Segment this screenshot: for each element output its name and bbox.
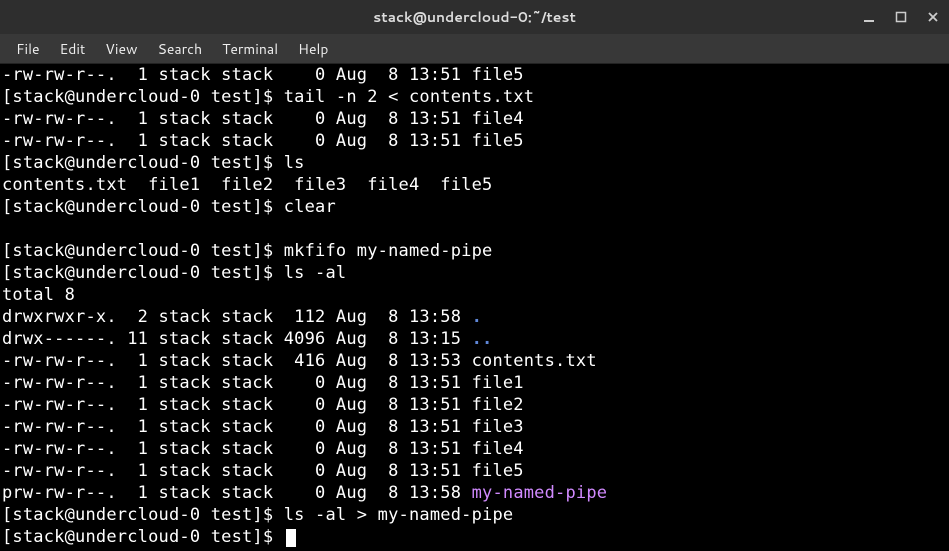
terminal-line: -rw-rw-r--. 1 stack stack 416 Aug 8 13:5…	[2, 350, 947, 372]
maximize-icon	[895, 11, 907, 23]
terminal-line: [stack@undercloud-0 test]$ ls -al	[2, 262, 947, 284]
terminal-line: -rw-rw-r--. 1 stack stack 0 Aug 8 13:51 …	[2, 372, 947, 394]
shell-prompt: [stack@undercloud-0 test]$	[2, 241, 284, 261]
menu-file[interactable]: File	[6, 35, 50, 63]
close-button[interactable]	[923, 7, 943, 27]
close-icon	[927, 11, 939, 23]
shell-command: ls -al	[284, 263, 347, 283]
ls-entry-name: .	[472, 307, 482, 327]
maximize-button[interactable]	[891, 7, 911, 27]
terminal-line: -rw-rw-r--. 1 stack stack 0 Aug 8 13:51 …	[2, 108, 947, 130]
terminal-line: [stack@undercloud-0 test]$ ls -al > my-n…	[2, 504, 947, 526]
shell-command: tail -n 2 < contents.txt	[284, 87, 534, 107]
terminal-line: -rw-rw-r--. 1 stack stack 0 Aug 8 13:51 …	[2, 64, 947, 86]
menu-edit[interactable]: Edit	[50, 35, 96, 63]
shell-prompt: [stack@undercloud-0 test]$	[2, 505, 284, 525]
terminal-line: contents.txt file1 file2 file3 file4 fil…	[2, 174, 947, 196]
minimize-icon	[863, 11, 875, 23]
terminal-output[interactable]: -rw-rw-r--. 1 stack stack 0 Aug 8 13:51 …	[0, 64, 949, 548]
window-controls	[859, 7, 943, 27]
terminal-line: -rw-rw-r--. 1 stack stack 0 Aug 8 13:51 …	[2, 438, 947, 460]
terminal-line	[2, 218, 947, 240]
shell-prompt: [stack@undercloud-0 test]$	[2, 153, 284, 173]
ls-entry-meta: drwxrwxr-x. 2 stack stack 112 Aug 8 13:5…	[2, 307, 472, 327]
terminal-line: [stack@undercloud-0 test]$ mkfifo my-nam…	[2, 240, 947, 262]
shell-command: ls -al > my-named-pipe	[284, 505, 514, 525]
shell-command: mkfifo my-named-pipe	[284, 241, 493, 261]
ls-entry-name: ..	[472, 329, 493, 349]
shell-prompt: [stack@undercloud-0 test]$	[2, 527, 284, 547]
menu-view[interactable]: View	[95, 35, 147, 63]
terminal-line: total 8	[2, 284, 947, 306]
terminal-line: drwx------. 11 stack stack 4096 Aug 8 13…	[2, 328, 947, 350]
terminal-line: drwxrwxr-x. 2 stack stack 112 Aug 8 13:5…	[2, 306, 947, 328]
ls-entry-name: my-named-pipe	[472, 483, 608, 503]
window-title: stack@undercloud-0:~/test	[0, 7, 949, 27]
menu-terminal[interactable]: Terminal	[212, 35, 288, 63]
menubar: File Edit View Search Terminal Help	[0, 34, 949, 64]
terminal-line: [stack@undercloud-0 test]$ clear	[2, 196, 947, 218]
minimize-button[interactable]	[859, 7, 879, 27]
terminal-line: -rw-rw-r--. 1 stack stack 0 Aug 8 13:51 …	[2, 394, 947, 416]
terminal-line: [stack@undercloud-0 test]$	[2, 526, 947, 548]
ls-entry-meta: prw-rw-r--. 1 stack stack 0 Aug 8 13:58	[2, 483, 472, 503]
shell-command: ls	[284, 153, 305, 173]
window-titlebar: stack@undercloud-0:~/test	[0, 0, 949, 34]
terminal-line: prw-rw-r--. 1 stack stack 0 Aug 8 13:58 …	[2, 482, 947, 504]
shell-prompt: [stack@undercloud-0 test]$	[2, 263, 284, 283]
menu-help[interactable]: Help	[288, 35, 338, 63]
terminal-line: -rw-rw-r--. 1 stack stack 0 Aug 8 13:51 …	[2, 416, 947, 438]
menu-search[interactable]: Search	[148, 35, 213, 63]
terminal-line: [stack@undercloud-0 test]$ ls	[2, 152, 947, 174]
terminal-line: -rw-rw-r--. 1 stack stack 0 Aug 8 13:51 …	[2, 130, 947, 152]
cursor	[286, 529, 296, 547]
ls-entry-meta: drwx------. 11 stack stack 4096 Aug 8 13…	[2, 329, 472, 349]
shell-command: clear	[284, 197, 336, 217]
terminal-line: [stack@undercloud-0 test]$ tail -n 2 < c…	[2, 86, 947, 108]
shell-prompt: [stack@undercloud-0 test]$	[2, 87, 284, 107]
shell-prompt: [stack@undercloud-0 test]$	[2, 197, 284, 217]
terminal-line: -rw-rw-r--. 1 stack stack 0 Aug 8 13:51 …	[2, 460, 947, 482]
